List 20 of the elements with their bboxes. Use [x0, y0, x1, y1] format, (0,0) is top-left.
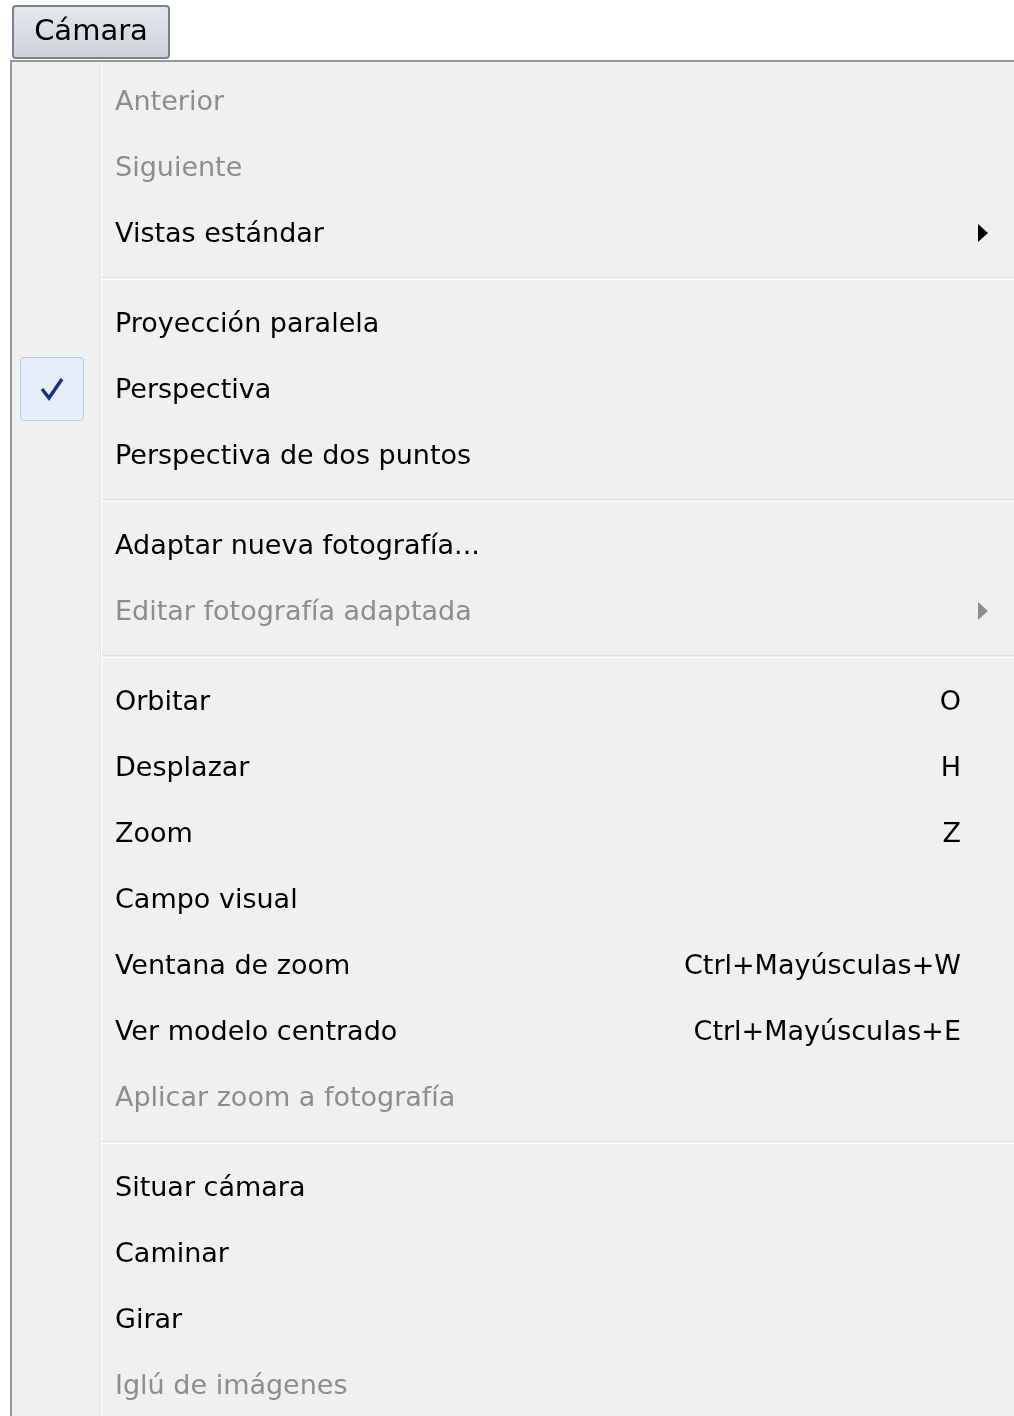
menu-item[interactable]: Zoom	[115, 812, 193, 854]
menu-item[interactable]: Adaptar nueva fotografía...	[115, 524, 480, 566]
shortcut-label: H	[940, 749, 961, 784]
menu-item[interactable]: Caminar	[115, 1232, 229, 1274]
menu-item[interactable]: Girar	[115, 1298, 183, 1340]
shortcut-label: Ctrl+Mayúsculas+E	[693, 1013, 961, 1048]
shortcut-label: Ctrl+Mayúsculas+W	[683, 947, 961, 982]
menu-item[interactable]: Situar cámara	[115, 1166, 306, 1208]
menu-item[interactable]: Orbitar	[115, 680, 211, 722]
shortcut-label: Z	[942, 815, 961, 850]
menu-button[interactable]: Cámara	[12, 5, 170, 59]
menu-item[interactable]: Perspectiva de dos puntos	[115, 434, 472, 476]
menu-item[interactable]: Campo visual	[115, 878, 298, 920]
menu-item[interactable]: Ventana de zoom	[115, 944, 351, 986]
menu-item[interactable]: Ver modelo centrado	[115, 1010, 398, 1052]
menu-item[interactable]: Proyección paralela	[115, 302, 380, 344]
shortcut-label: O	[939, 683, 961, 718]
menu-item[interactable]: Perspectiva	[115, 368, 272, 410]
menu-item[interactable]: Vistas estándar	[115, 212, 324, 254]
menu-item[interactable]: Desplazar	[115, 746, 250, 788]
